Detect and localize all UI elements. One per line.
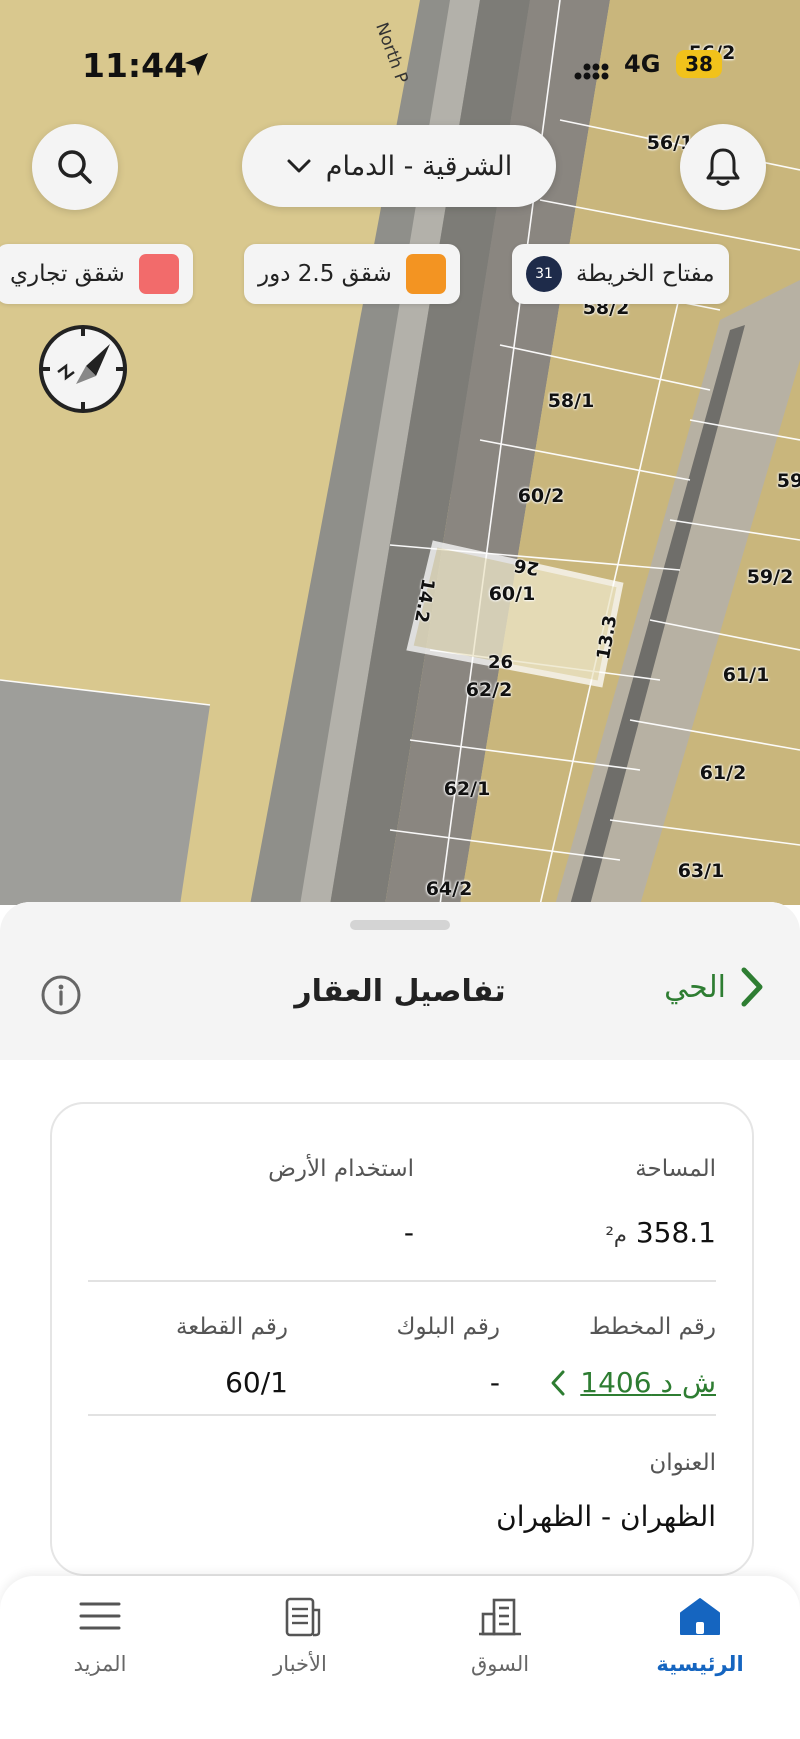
tab-label: المزيد	[73, 1652, 127, 1676]
divider	[88, 1414, 716, 1416]
plot-label: 59/2	[746, 566, 794, 588]
legend-label: شقق تجاري	[10, 261, 125, 287]
plot-label: 58/1	[547, 390, 595, 412]
status-bar: 11:44 4G 38	[0, 40, 800, 90]
area-number: 358.1	[635, 1216, 716, 1249]
plot-label-selected: 60/1	[488, 583, 536, 605]
plot-number-label: رقم القطعة	[175, 1314, 288, 1340]
area-value: 358.1 م²	[605, 1216, 716, 1249]
compass-icon[interactable]	[36, 322, 130, 416]
divider	[88, 1280, 716, 1282]
block-label: رقم البلوك	[396, 1314, 500, 1340]
region-label: الشرقية - الدمام	[325, 150, 513, 182]
legend-swatch	[138, 254, 179, 294]
news-icon	[285, 1597, 321, 1637]
tab-label: الأخبار	[273, 1652, 327, 1676]
legend-label: مفتاح الخريطة	[576, 261, 715, 287]
plot-label: 61/1	[722, 664, 770, 686]
tab-home[interactable]: الرئيسية	[630, 1596, 770, 1676]
menu-icon	[79, 1602, 121, 1630]
plot-label: 63/1	[677, 860, 725, 882]
tab-market[interactable]: السوق	[430, 1596, 570, 1676]
land-use-value: -	[403, 1216, 414, 1249]
battery-indicator: 38	[676, 50, 722, 78]
bell-icon	[706, 148, 740, 186]
legend-item-apartments[interactable]: شقق 2.5 دور	[244, 244, 460, 304]
plot-label: 60/2	[517, 485, 565, 507]
region-selector[interactable]: الشرقية - الدمام	[242, 125, 556, 207]
land-use-label: استخدام الأرض	[268, 1156, 414, 1182]
chevron-left-icon	[551, 1370, 565, 1395]
chevron-down-icon	[287, 159, 311, 173]
legend-swatch	[405, 254, 446, 294]
plot-label: 62/2	[465, 679, 513, 701]
status-time: 11:44	[82, 46, 188, 85]
tab-more[interactable]: المزيد	[30, 1596, 170, 1676]
block-value: -	[489, 1366, 500, 1399]
building-icon	[479, 1598, 521, 1636]
plan-number-value: ش د 1406	[580, 1366, 716, 1399]
location-arrow-icon	[185, 53, 208, 76]
signal-icon	[574, 58, 609, 80]
plot-label: 62/1	[443, 778, 491, 800]
legend-item-commercial[interactable]: شقق تجاري	[0, 244, 193, 304]
network-type: 4G	[624, 50, 661, 78]
property-details-card: المساحة استخدام الأرض 358.1 م² - رقم الم…	[50, 1102, 754, 1576]
plan-number-link[interactable]: ش د 1406	[550, 1366, 716, 1399]
plan-label: رقم المخطط	[589, 1314, 716, 1340]
area-label: المساحة	[635, 1156, 716, 1182]
plot-label: 64/2	[425, 878, 473, 900]
sheet-drag-handle[interactable]	[350, 920, 450, 930]
plot-number-value: 60/1	[225, 1366, 288, 1399]
search-button[interactable]	[32, 124, 118, 210]
chevron-right-icon	[741, 967, 763, 1007]
notifications-button[interactable]	[680, 124, 766, 210]
search-icon	[58, 150, 92, 184]
area-unit: م²	[605, 1223, 627, 1247]
sheet-header: تفاصيل العقار الحي	[0, 902, 800, 1060]
tab-label: الرئيسية	[656, 1652, 744, 1676]
plot-label: 61/2	[699, 762, 747, 784]
bottom-tab-bar: الرئيسية السوق الأخبار المزيد	[0, 1576, 800, 1739]
tab-news[interactable]: الأخبار	[230, 1596, 370, 1676]
home-icon	[680, 1598, 720, 1635]
plot-label: 59	[776, 470, 800, 492]
neighborhood-link-label: الحي	[664, 969, 726, 1005]
address-label: العنوان	[649, 1450, 716, 1476]
plot-dimension-bottom: 26	[488, 652, 514, 673]
address-value: الظهران - الظهران	[496, 1500, 716, 1533]
map-legend-button[interactable]: 31 مفتاح الخريطة	[512, 244, 729, 304]
legend-label: شقق 2.5 دور	[258, 261, 392, 287]
neighborhood-link[interactable]: الحي	[664, 966, 764, 1008]
tab-label: السوق	[470, 1652, 530, 1676]
plot-dimension-top: 26	[512, 553, 541, 580]
legend-count-badge: 31	[526, 256, 562, 292]
